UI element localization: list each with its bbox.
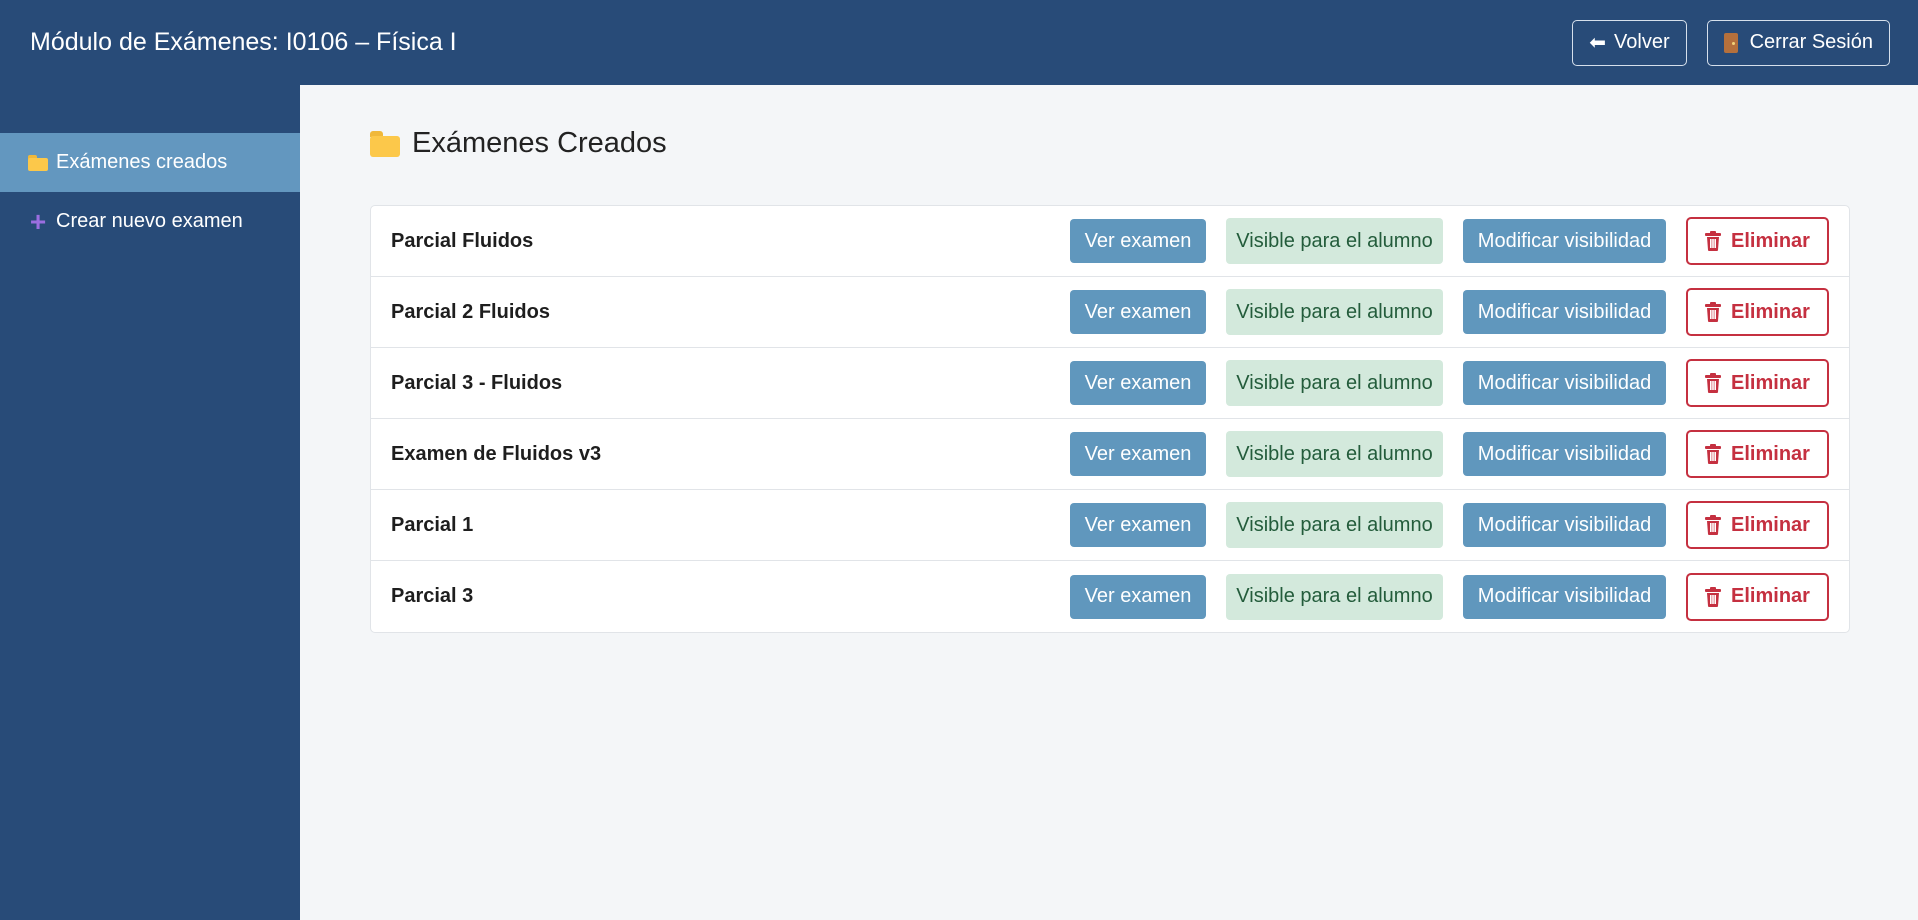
exam-name: Parcial 3 [391, 585, 474, 607]
visibility-status-badge: Visible para el alumno [1226, 573, 1443, 620]
exam-list: Parcial Fluidos Ver examen Visible para el… [370, 205, 1850, 633]
app-root: Módulo de Exámenes: I0106 – Física I ⬅ V… [0, 0, 1918, 920]
page-title: Módulo de Exámenes: I0106 – Física I [30, 28, 457, 56]
visibility-status-badge: Visible para el alumno [1226, 502, 1443, 548]
view-exam-button[interactable]: Ver examen [1070, 432, 1206, 476]
sidebar-item-label: Exámenes creados [56, 151, 228, 173]
delete-button-label: Eliminar [1731, 371, 1810, 394]
trash-icon [1705, 444, 1722, 464]
back-button-label: Volver [1614, 31, 1670, 53]
folder-icon [370, 130, 400, 157]
logout-button[interactable]: Cerrar Sesión [1706, 19, 1890, 66]
delete-button-label: Eliminar [1731, 442, 1810, 465]
delete-button-label: Eliminar [1731, 229, 1810, 252]
table-row: Parcial 3 Ver examen Visible para el alumn… [371, 561, 1849, 632]
delete-exam-button[interactable]: Eliminar [1686, 501, 1829, 549]
sidebar: Exámenes creados + Crear nuevo examen [0, 85, 300, 920]
visibility-status-badge: Visible para el alumno [1226, 289, 1443, 335]
exam-actions: Ver examen Visible para el alumno Modifica… [1070, 288, 1829, 336]
view-exam-button[interactable]: Ver examen [1070, 290, 1206, 334]
delete-button-label: Eliminar [1731, 300, 1810, 323]
logout-button-label: Cerrar Sesión [1749, 31, 1873, 53]
top-header: Módulo de Exámenes: I0106 – Física I ⬅ V… [0, 0, 1918, 85]
exam-name: Parcial 1 [391, 513, 474, 536]
exam-actions: Ver examen Visible para el alumno Modifica… [1070, 572, 1829, 621]
modify-visibility-button[interactable]: Modificar visibilidad [1463, 432, 1666, 476]
table-row: Parcial 1 Ver examen Visible para el alumn… [371, 490, 1849, 561]
main-content: Exámenes Creados Parcial Fluidos Ver exam… [300, 85, 1918, 920]
section-heading: Exámenes Creados [370, 127, 667, 160]
visibility-status-badge: Visible para el alumno [1226, 218, 1443, 264]
view-exam-button[interactable]: Ver examen [1070, 574, 1206, 619]
modify-visibility-button[interactable]: Modificar visibilidad [1463, 361, 1666, 405]
exam-actions: Ver examen Visible para el alumno Modifica… [1070, 217, 1829, 265]
view-exam-button[interactable]: Ver examen [1070, 503, 1206, 547]
sidebar-item-label: Crear nuevo examen [56, 210, 243, 232]
delete-exam-button[interactable]: Eliminar [1686, 572, 1829, 621]
trash-icon [1705, 515, 1722, 535]
delete-exam-button[interactable]: Eliminar [1686, 430, 1829, 478]
delete-button-label: Eliminar [1731, 513, 1810, 536]
table-row: Parcial Fluidos Ver examen Visible para el… [371, 206, 1849, 277]
delete-exam-button[interactable]: Eliminar [1686, 217, 1829, 265]
table-row: Parcial 3 - Fluidos Ver examen Visible par… [371, 348, 1849, 419]
trash-icon [1705, 231, 1722, 251]
exam-name: Parcial 3 - Fluidos [391, 371, 563, 394]
trash-icon [1705, 302, 1722, 322]
door-icon [1723, 32, 1738, 53]
visibility-status-badge: Visible para el alumno [1226, 431, 1443, 477]
modify-visibility-button[interactable]: Modificar visibilidad [1463, 574, 1666, 619]
plus-icon: + [29, 205, 47, 237]
delete-exam-button[interactable]: Eliminar [1686, 288, 1829, 336]
trash-icon [1705, 373, 1722, 393]
visibility-status-badge: Visible para el alumno [1226, 360, 1443, 406]
exam-actions: Ver examen Visible para el alumno Modifica… [1070, 359, 1829, 407]
section-title: Exámenes Creados [412, 127, 667, 159]
arrow-left-icon: ⬅ [1589, 31, 1607, 54]
modify-visibility-button[interactable]: Modificar visibilidad [1463, 503, 1666, 547]
folder-icon [28, 154, 48, 171]
sidebar-item-create-exam[interactable]: + Crear nuevo examen [0, 192, 300, 251]
table-row: Examen de Fluidos v3 Ver examen Visible pa… [371, 419, 1849, 490]
delete-exam-button[interactable]: Eliminar [1686, 359, 1829, 407]
exam-actions: Ver examen Visible para el alumno Modifica… [1070, 430, 1829, 478]
exam-name: Parcial Fluidos [391, 229, 534, 252]
sidebar-item-created-exams[interactable]: Exámenes creados [0, 133, 300, 192]
header-actions: ⬅ Volver Cerrar Sesión [1572, 19, 1890, 66]
delete-button-label: Eliminar [1731, 585, 1810, 607]
view-exam-button[interactable]: Ver examen [1070, 219, 1206, 263]
exam-name: Parcial 2 Fluidos [391, 300, 550, 323]
view-exam-button[interactable]: Ver examen [1070, 361, 1206, 405]
back-button[interactable]: ⬅ Volver [1572, 19, 1687, 66]
trash-icon [1705, 586, 1722, 607]
table-row: Parcial 2 Fluidos Ver examen Visible para … [371, 277, 1849, 348]
exam-name: Examen de Fluidos v3 [391, 442, 602, 465]
modify-visibility-button[interactable]: Modificar visibilidad [1463, 219, 1666, 263]
exam-actions: Ver examen Visible para el alumno Modifica… [1070, 501, 1829, 549]
modify-visibility-button[interactable]: Modificar visibilidad [1463, 290, 1666, 334]
